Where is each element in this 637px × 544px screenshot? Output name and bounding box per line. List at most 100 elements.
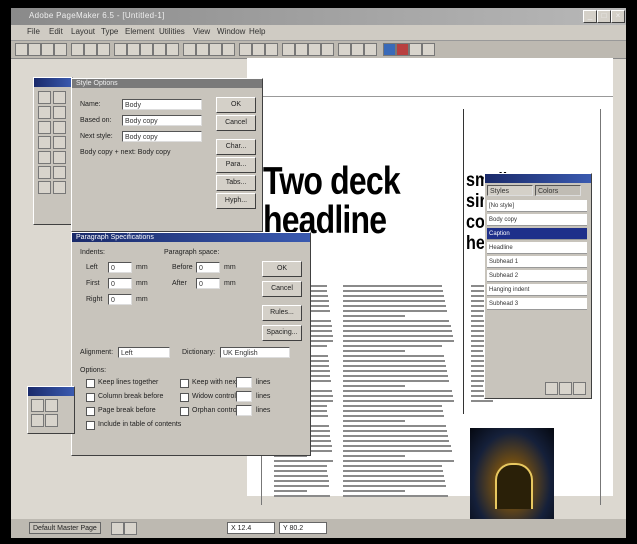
next-style-select[interactable]: Body copy	[122, 131, 202, 142]
para-button[interactable]: Para...	[216, 157, 256, 173]
menu-edit[interactable]: Edit	[49, 27, 63, 36]
hyph-button[interactable]: Hyph...	[216, 193, 256, 209]
rules-button[interactable]: Rules...	[262, 305, 302, 321]
copy-icon[interactable]	[84, 43, 97, 56]
align-center-icon[interactable]	[196, 43, 209, 56]
orphan-control-checkbox[interactable]	[180, 407, 189, 416]
column-break-checkbox[interactable]	[86, 393, 95, 402]
ellipse-tool-icon[interactable]	[38, 151, 51, 164]
trash-icon[interactable]	[573, 382, 586, 395]
ok-button[interactable]: OK	[262, 261, 302, 277]
new-icon[interactable]	[15, 43, 28, 56]
menu-file[interactable]: File	[27, 27, 40, 36]
based-on-select[interactable]: Body copy	[122, 115, 202, 126]
control-palette-title-bar[interactable]	[28, 387, 74, 396]
bold-icon[interactable]	[140, 43, 153, 56]
keep-lines-together-checkbox[interactable]	[86, 379, 95, 388]
char-button[interactable]: Char...	[216, 139, 256, 155]
master-page-indicator[interactable]: Default Master Page	[29, 522, 101, 534]
polygon-tool-icon[interactable]	[38, 166, 51, 179]
orphan-control-field[interactable]	[236, 405, 252, 416]
text-tool-icon[interactable]	[53, 91, 66, 104]
styles-palette-title-bar[interactable]	[485, 174, 591, 183]
left-indent-field[interactable]: 0	[108, 262, 132, 273]
page-icon[interactable]	[111, 522, 124, 535]
menu-type[interactable]: Type	[101, 27, 118, 36]
mask-icon[interactable]	[351, 43, 364, 56]
undo-icon[interactable]	[114, 43, 127, 56]
ok-button[interactable]: OK	[216, 97, 256, 113]
maximize-button[interactable]: □	[597, 10, 611, 23]
align-left-icon[interactable]	[183, 43, 196, 56]
preview-icon[interactable]	[409, 43, 422, 56]
constrained-line-tool-icon[interactable]	[53, 121, 66, 134]
toolbox-title-bar[interactable]	[34, 78, 72, 87]
rectangle-frame-tool-icon[interactable]	[53, 136, 66, 149]
line-tool-icon[interactable]	[38, 121, 51, 134]
frame-icon[interactable]	[295, 43, 308, 56]
character-view-icon[interactable]	[31, 414, 44, 427]
style-list-item[interactable]: Body copy	[487, 214, 587, 226]
alignment-select[interactable]: Left	[118, 347, 170, 358]
paragraph-title-bar[interactable]: Paragraph Specifications	[72, 233, 310, 242]
cancel-button[interactable]: Cancel	[216, 115, 256, 131]
placed-photo-building[interactable]	[470, 428, 554, 520]
menu-element[interactable]: Element	[125, 27, 154, 36]
new-style-icon[interactable]	[545, 382, 558, 395]
keep-with-next-field[interactable]	[236, 377, 252, 388]
place-icon[interactable]	[239, 43, 252, 56]
style-list-item[interactable]: Headline	[487, 242, 587, 254]
print-icon[interactable]	[54, 43, 67, 56]
close-button[interactable]: ×	[611, 10, 625, 23]
crop-tool-icon[interactable]	[53, 106, 66, 119]
tab-colors[interactable]: Colors	[535, 185, 581, 196]
group-icon[interactable]	[364, 43, 377, 56]
zoom-tool-icon[interactable]	[53, 181, 66, 194]
right-indent-field[interactable]: 0	[108, 294, 132, 305]
name-field[interactable]: Body	[122, 99, 202, 110]
page-headline[interactable]: Two deck headline	[263, 162, 401, 240]
colors-icon[interactable]	[265, 43, 278, 56]
proxy-icon[interactable]	[45, 399, 58, 412]
paragraph-view-icon[interactable]	[45, 414, 58, 427]
save-icon[interactable]	[41, 43, 54, 56]
align-right-icon[interactable]	[209, 43, 222, 56]
first-indent-field[interactable]: 0	[108, 278, 132, 289]
pointer-tool-icon[interactable]	[38, 91, 51, 104]
polygon-frame-tool-icon[interactable]	[53, 166, 66, 179]
menu-help[interactable]: Help	[249, 27, 265, 36]
open-icon[interactable]	[28, 43, 41, 56]
include-toc-checkbox[interactable]	[86, 421, 95, 430]
color-swatch-icon[interactable]	[396, 43, 409, 56]
widow-control-field[interactable]	[236, 391, 252, 402]
minimize-button[interactable]: _	[583, 10, 597, 23]
styles-icon[interactable]	[252, 43, 265, 56]
page-break-checkbox[interactable]	[86, 407, 95, 416]
cut-icon[interactable]	[71, 43, 84, 56]
spacing-button[interactable]: Spacing...	[262, 325, 302, 341]
keep-with-next-checkbox[interactable]	[180, 379, 189, 388]
table-icon[interactable]	[321, 43, 334, 56]
menu-view[interactable]: View	[193, 27, 210, 36]
rotate-icon[interactable]	[338, 43, 351, 56]
delete-style-icon[interactable]	[559, 382, 572, 395]
hand-tool-icon[interactable]	[38, 181, 51, 194]
space-before-field[interactable]: 0	[196, 262, 220, 273]
style-options-title-bar[interactable]: Style Options	[72, 79, 262, 88]
ellipse-frame-tool-icon[interactable]	[53, 151, 66, 164]
rotate-tool-icon[interactable]	[38, 106, 51, 119]
menu-window[interactable]: Window	[217, 27, 245, 36]
paste-icon[interactable]	[97, 43, 110, 56]
text-tool-icon[interactable]	[127, 43, 140, 56]
style-list-item[interactable]: Hanging indent	[487, 284, 587, 296]
help-icon[interactable]	[422, 43, 435, 56]
style-list-item[interactable]: Subhead 1	[487, 256, 587, 268]
dictionary-select[interactable]: UK English	[220, 347, 290, 358]
style-list-item[interactable]: [No style]	[487, 200, 587, 212]
link-icon[interactable]	[308, 43, 321, 56]
rectangle-tool-icon[interactable]	[38, 136, 51, 149]
zoom-icon[interactable]	[282, 43, 295, 56]
body-text-column[interactable]	[343, 285, 455, 500]
underline-icon[interactable]	[166, 43, 179, 56]
widow-control-checkbox[interactable]	[180, 393, 189, 402]
